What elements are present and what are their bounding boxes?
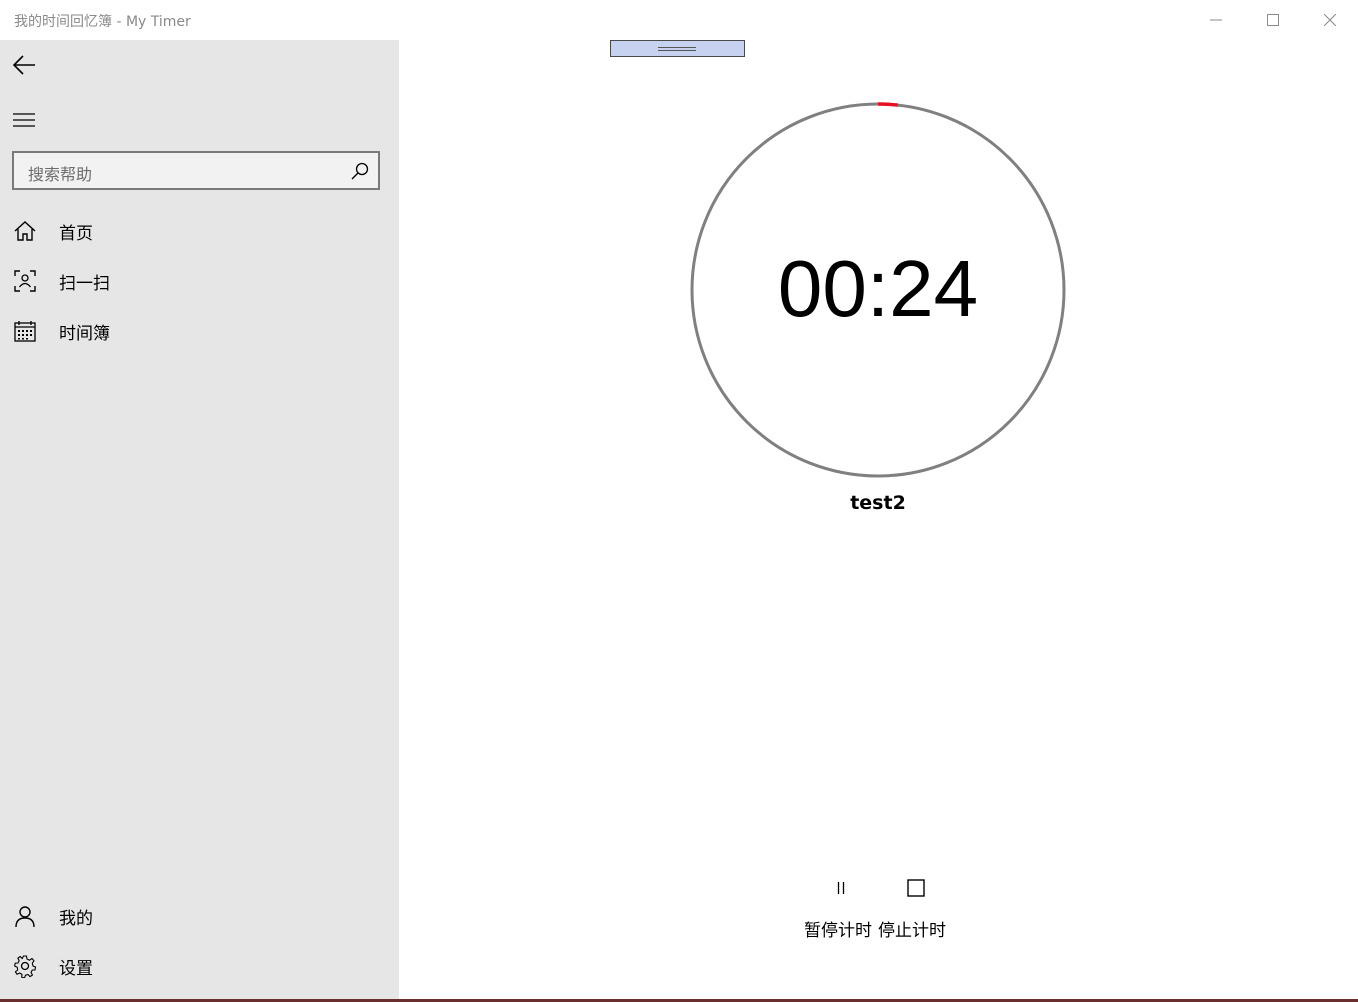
person-icon — [15, 906, 35, 928]
stop-icon — [907, 879, 925, 897]
nav-item-settings[interactable]: 设置 — [0, 941, 399, 989]
drag-handle[interactable] — [610, 40, 745, 57]
stop-label[interactable]: 停止计时 — [878, 916, 946, 941]
window-title: 我的时间回忆簿 - My Timer — [14, 14, 191, 30]
nav-item-home[interactable]: 首页 — [0, 206, 399, 254]
pause-icon — [837, 882, 845, 894]
nav-item-profile-label: 我的 — [59, 909, 93, 929]
pause-label[interactable]: 暂停计时 — [804, 916, 872, 941]
nav-item-home-label: 首页 — [59, 224, 93, 244]
gear-icon — [14, 955, 37, 978]
nav-item-settings-label: 设置 — [59, 959, 93, 979]
nav-item-timebook-label: 时间簿 — [59, 324, 110, 344]
pause-button[interactable] — [830, 877, 852, 899]
home-icon — [14, 221, 36, 241]
nav-item-scan-label: 扫一扫 — [59, 274, 110, 294]
task-name: test2 — [850, 492, 906, 514]
timer-progress-arc — [877, 102, 899, 107]
nav-item-profile[interactable]: 我的 — [0, 891, 399, 939]
menu-toggle-button[interactable] — [0, 96, 48, 144]
title-bar: 我的时间回忆簿 - My Timer — [0, 0, 1358, 40]
scan-icon — [14, 270, 36, 292]
timer-display: 00:24 — [777, 244, 979, 333]
maximize-button[interactable] — [1244, 0, 1301, 40]
calendar-icon — [14, 321, 36, 342]
close-icon — [1323, 14, 1336, 26]
search-input[interactable]: 搜索帮助 — [12, 151, 380, 190]
search-icon[interactable] — [350, 161, 370, 181]
navigation-pane: 搜索帮助 首页 扫一扫 时间簿 我的 设置 — [0, 40, 399, 1000]
back-button[interactable] — [0, 41, 48, 89]
main-content: 00:24 test2 暂停计时 停止计时 — [399, 40, 1358, 1000]
back-arrow-icon — [12, 55, 35, 75]
nav-item-timebook[interactable]: 时间簿 — [0, 306, 399, 354]
hamburger-menu-icon — [13, 113, 35, 127]
close-button[interactable] — [1301, 0, 1358, 40]
minimize-button[interactable] — [1187, 0, 1244, 40]
maximize-icon — [1266, 14, 1279, 26]
stop-button[interactable] — [905, 877, 927, 899]
drag-handle-line — [658, 50, 696, 51]
minimize-icon — [1209, 19, 1222, 21]
search-placeholder: 搜索帮助 — [28, 165, 93, 184]
nav-item-scan[interactable]: 扫一扫 — [0, 256, 399, 304]
drag-handle-line — [658, 47, 696, 48]
